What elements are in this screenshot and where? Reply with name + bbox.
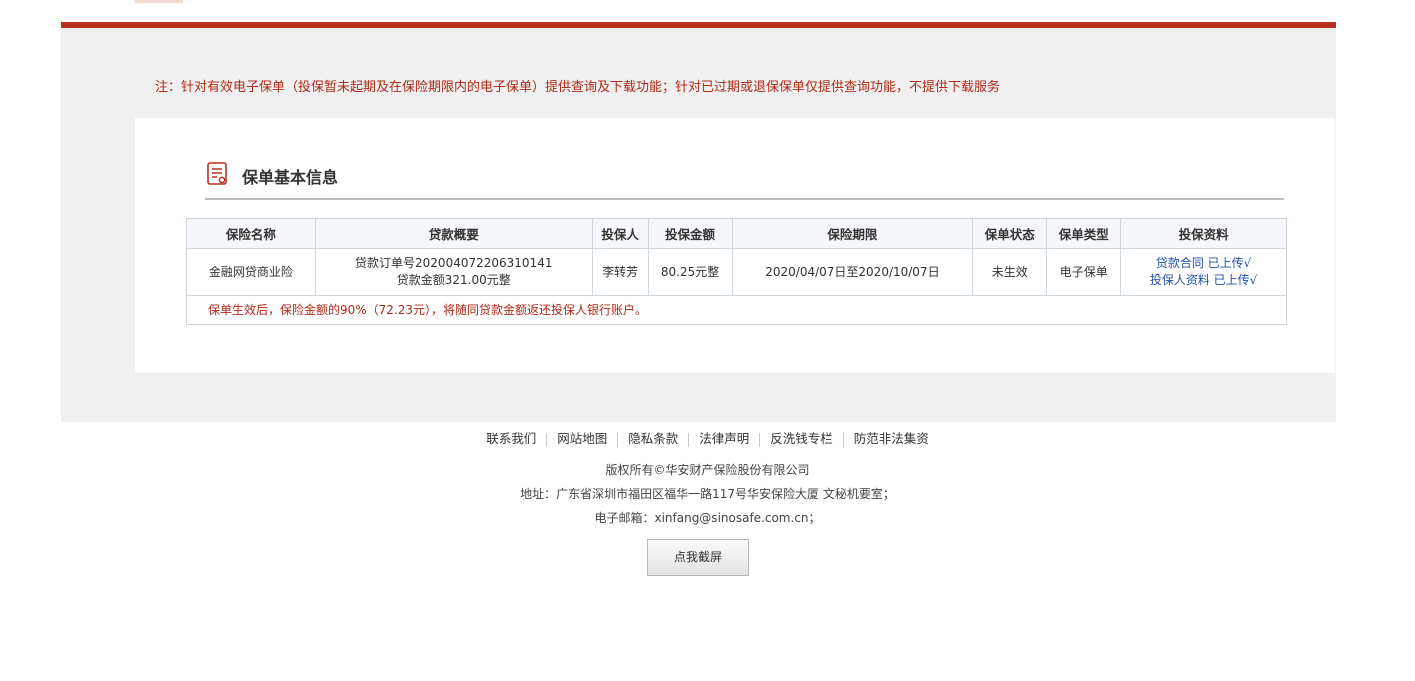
table-note-row: 保单生效后，保险金额的90%（72.23元），将随同贷款金额返还投保人银行账户。 — [186, 295, 1287, 325]
footer-link-anti-money-laundering[interactable]: 反洗钱专栏 — [762, 431, 841, 446]
policy-type: 电子保单 — [1046, 248, 1122, 296]
footer-link-privacy[interactable]: 隐私条款 — [620, 431, 686, 446]
policy-panel: 保单基本信息 保险名称 贷款概要 投保人 投保金额 保险期限 保单状态 保单类型… — [135, 118, 1335, 373]
table-row: 金融网贷商业险 贷款订单号202004072206310141 贷款金额321.… — [186, 248, 1287, 296]
column-header: 保险期限 — [731, 218, 974, 249]
policyholder: 李转芳 — [591, 248, 649, 296]
insurance-period: 2020/04/07日至2020/10/07日 — [731, 248, 974, 296]
footer-separator — [688, 432, 690, 447]
screenshot-button[interactable]: 点我截屏 — [647, 539, 749, 576]
header-logo-fragment — [135, 0, 183, 3]
footer-address: 地址：广东省深圳市福田区福华一路117号华安保险大厦 文秘机要室； — [520, 487, 895, 501]
section-title: 保单基本信息 — [242, 168, 339, 187]
section-header: 保单基本信息 — [205, 160, 1284, 200]
footer-separator — [759, 432, 761, 447]
column-header: 保单类型 — [1046, 218, 1122, 249]
column-header: 保险名称 — [186, 218, 316, 249]
footer-email: 电子邮箱：xinfang@sinosafe.com.cn； — [594, 511, 821, 525]
materials-cell: 贷款合同 已上传√ 投保人资料 已上传√ — [1120, 248, 1287, 296]
loan-contract-link[interactable]: 贷款合同 已上传√ — [1121, 255, 1286, 272]
column-header: 保单状态 — [972, 218, 1048, 249]
column-header: 投保人 — [591, 218, 649, 249]
footer-separator — [617, 432, 619, 447]
loan-order-number: 贷款订单号202004072206310141 — [355, 256, 553, 270]
footer-separator — [546, 432, 548, 447]
table-header-row: 保险名称 贷款概要 投保人 投保金额 保险期限 保单状态 保单类型 投保资料 — [186, 218, 1287, 249]
column-header: 投保金额 — [647, 218, 733, 249]
document-icon — [207, 162, 229, 190]
footer-link-contact[interactable]: 联系我们 — [478, 431, 544, 446]
footer-separator — [842, 432, 844, 447]
refund-note: 保单生效后，保险金额的90%（72.23元），将随同贷款金额返还投保人银行账户。 — [186, 295, 1287, 325]
policy-status: 未生效 — [972, 248, 1048, 296]
loan-amount: 贷款金额321.00元整 — [396, 273, 511, 287]
footer-links: 联系我们 网站地图 隐私条款 法律声明 反洗钱专栏 防范非法集资 — [0, 428, 1415, 447]
footer-link-legal[interactable]: 法律声明 — [691, 431, 757, 446]
column-header: 投保资料 — [1120, 218, 1287, 249]
loan-summary: 贷款订单号202004072206310141 贷款金额321.00元整 — [314, 248, 593, 296]
footer-copyright: 版权所有©华安财产保险股份有限公司 — [605, 463, 810, 477]
footer-link-sitemap[interactable]: 网站地图 — [549, 431, 615, 446]
insured-amount: 80.25元整 — [647, 248, 733, 296]
footer-link-illegal-fundraising[interactable]: 防范非法集资 — [846, 431, 937, 446]
column-header: 贷款概要 — [314, 218, 593, 249]
notice-text: 注：针对有效电子保单（投保暂未起期及在保险期限内的电子保单）提供查询及下载功能；… — [155, 80, 1001, 95]
policyholder-docs-link[interactable]: 投保人资料 已上传√ — [1121, 272, 1286, 289]
insurance-name: 金融网贷商业险 — [186, 248, 316, 296]
policy-table: 保险名称 贷款概要 投保人 投保金额 保险期限 保单状态 保单类型 投保资料 金… — [186, 218, 1287, 325]
